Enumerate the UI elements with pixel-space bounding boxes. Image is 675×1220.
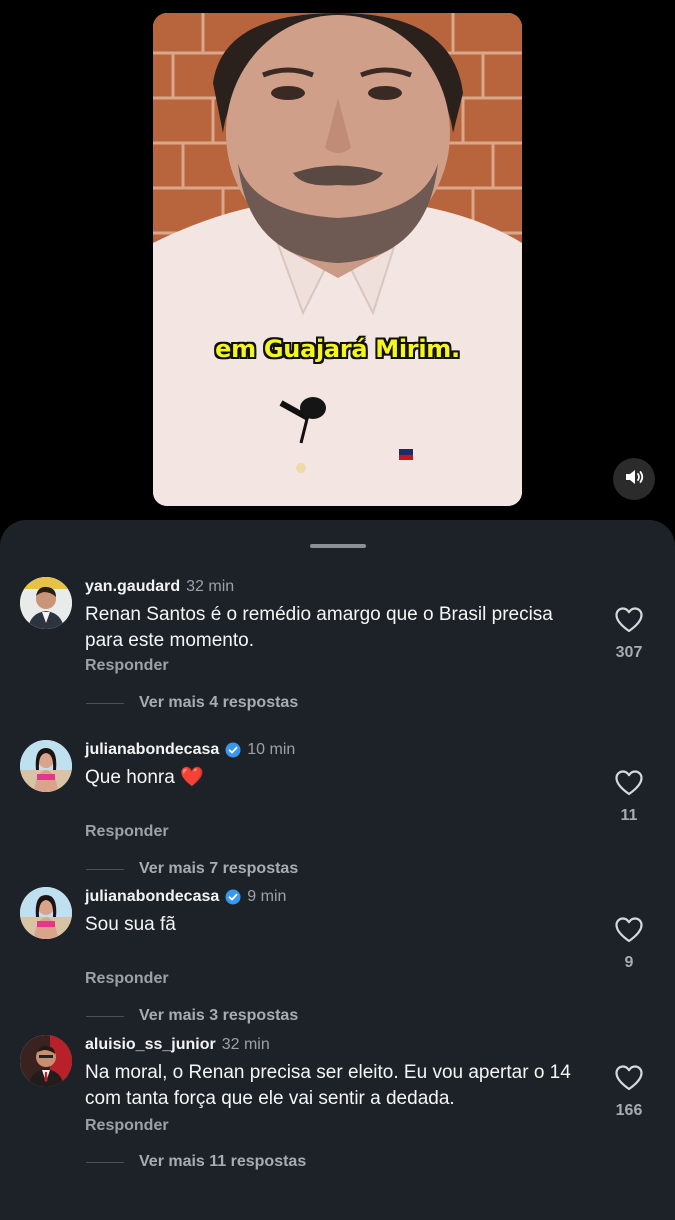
comments-sheet: yan.gaudard 32 min Renan Santos é o remé… [0, 520, 675, 1220]
view-replies-label: Ver mais 4 respostas [139, 694, 299, 711]
like-count: 9 [624, 954, 634, 971]
comment-text: Na moral, o Renan precisa ser eleito. Eu… [85, 1062, 571, 1109]
video-player[interactable]: em Guajará Mirim. [153, 13, 522, 506]
reply-button[interactable]: Responder [85, 970, 169, 988]
heart-icon[interactable] [615, 917, 643, 947]
comment-time: 32 min [186, 578, 235, 595]
like-group: 166 [604, 1065, 654, 1120]
comment-username[interactable]: julianabondecasa [85, 741, 219, 759]
verified-badge-icon [225, 889, 241, 905]
avatar[interactable] [20, 887, 72, 939]
comment-text: Renan Santos é o remédio amargo que o Br… [85, 604, 553, 651]
red-heart-emoji: ❤️ [180, 767, 204, 788]
comment-text-row: Que honra ❤️ [85, 765, 595, 791]
heart-icon[interactable] [615, 770, 643, 800]
like-count: 307 [615, 644, 643, 661]
sound-button[interactable] [613, 458, 655, 500]
comment-time: 9 min [247, 888, 287, 905]
like-count: 11 [620, 807, 638, 824]
avatar[interactable] [20, 1035, 72, 1087]
divider-line [86, 868, 124, 870]
comment-time: 10 min [247, 741, 296, 758]
view-replies-button[interactable]: Ver mais 7 respostas [86, 860, 298, 878]
like-group: 9 [604, 917, 654, 972]
view-replies-button[interactable]: Ver mais 11 respostas [86, 1153, 306, 1171]
avatar[interactable] [20, 740, 72, 792]
view-replies-label: Ver mais 7 respostas [139, 860, 299, 877]
comment-text: Sou sua fã [85, 914, 176, 935]
like-group: 11 [604, 770, 654, 825]
heart-icon[interactable] [615, 1065, 643, 1095]
reply-button[interactable]: Responder [85, 657, 169, 675]
comment-username[interactable]: yan.gaudard [85, 578, 180, 596]
video-caption: em Guajará Mirim. [215, 335, 460, 363]
divider-line [86, 1161, 124, 1163]
verified-badge-icon [225, 742, 241, 758]
like-group: 307 [604, 607, 654, 662]
view-replies-label: Ver mais 11 respostas [139, 1153, 307, 1170]
comment-username[interactable]: aluisio_ss_junior [85, 1036, 216, 1054]
avatar[interactable] [20, 577, 72, 629]
speaker-icon [624, 468, 644, 491]
reply-button[interactable]: Responder [85, 1117, 169, 1135]
view-replies-label: Ver mais 3 respostas [139, 1007, 299, 1024]
divider-line [86, 702, 124, 704]
comment-username[interactable]: julianabondecasa [85, 888, 219, 906]
view-replies-button[interactable]: Ver mais 3 respostas [86, 1007, 298, 1025]
comment-text: Que honra [85, 767, 175, 788]
divider-line [86, 1015, 124, 1017]
video-frame [153, 13, 522, 506]
heart-icon[interactable] [615, 607, 643, 637]
reply-button[interactable]: Responder [85, 823, 169, 841]
like-count: 166 [615, 1102, 643, 1119]
view-replies-button[interactable]: Ver mais 4 respostas [86, 694, 298, 712]
drag-handle[interactable] [310, 544, 366, 548]
comment-time: 32 min [221, 1036, 270, 1053]
